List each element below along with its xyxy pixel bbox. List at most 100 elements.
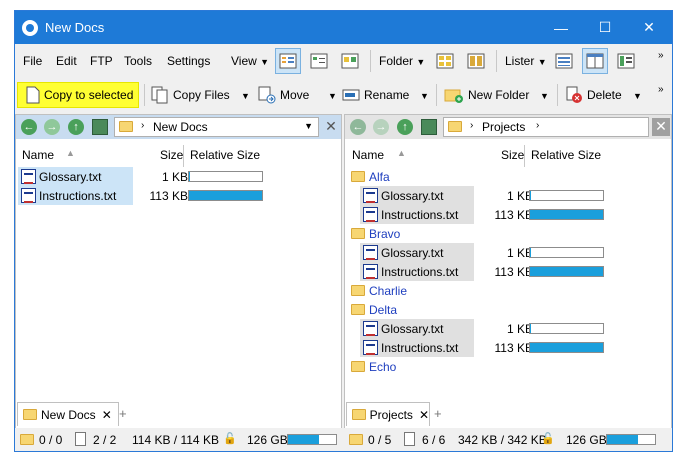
new-folder-label: New Folder (468, 88, 530, 102)
back-icon[interactable]: ← (21, 119, 37, 135)
left-path-input[interactable]: › New Docs ▼ (114, 117, 319, 137)
minimize-button[interactable]: — (539, 11, 583, 44)
file-name-cell[interactable]: Instructions.txt (18, 186, 133, 205)
file-row[interactable]: Glossary.txt 1 KB (345, 319, 671, 338)
folder-tree-button[interactable] (432, 48, 458, 74)
relative-size-bar (529, 247, 604, 258)
folder-name-cell[interactable]: Echo (351, 357, 396, 376)
file-name-cell[interactable]: Glossary.txt (360, 243, 474, 262)
file-row[interactable]: Instructions.txt 113 KB (345, 205, 671, 224)
folder-name-cell[interactable]: Delta (351, 300, 397, 319)
close-pane-icon[interactable]: ✕ (322, 118, 340, 136)
file-row[interactable]: Glossary.txt 1 KB (345, 243, 671, 262)
right-status-free: 126 GB (566, 433, 607, 447)
menu-folder[interactable]: Folder ▼ (379, 54, 425, 68)
maximize-button[interactable]: ☐ (583, 11, 627, 44)
file-name-cell[interactable]: Glossary.txt (18, 167, 133, 186)
chevron-down-icon: ▼ (260, 57, 270, 67)
file-name-cell[interactable]: Instructions.txt (360, 205, 474, 224)
file-row[interactable]: Instructions.txt 113 KB (345, 262, 671, 281)
action-separator (144, 84, 145, 106)
lister-dual-button[interactable] (582, 48, 608, 74)
menu-lister-label: Lister (505, 54, 535, 68)
folder-row[interactable]: Bravo (345, 224, 671, 243)
menu-lister[interactable]: Lister ▼ (505, 54, 547, 68)
file-row[interactable]: Instructions.txt 113 KB (16, 186, 341, 205)
overflow-chevron-icon[interactable]: » (658, 84, 664, 95)
text-file-icon (363, 207, 378, 222)
view-list-button[interactable] (306, 48, 332, 74)
menu-tools[interactable]: Tools (124, 54, 152, 68)
file-name-cell[interactable]: Glossary.txt (360, 186, 474, 205)
right-status-files: 6 / 6 (422, 433, 446, 447)
file-size-label: 1 KB (161, 170, 188, 184)
close-pane-icon[interactable]: ✕ (652, 118, 670, 136)
folder-icon (20, 434, 34, 445)
folder-tabs-button[interactable] (463, 48, 489, 74)
chevron-down-icon[interactable]: ▼ (304, 121, 313, 131)
folder-name-cell[interactable]: Charlie (351, 281, 407, 300)
file-size-label: 113 KB (494, 265, 533, 279)
menu-bar: File Edit FTP Tools Settings View ▼ Fold… (15, 44, 672, 78)
forward-icon[interactable]: → (44, 119, 60, 135)
menu-ftp[interactable]: FTP (90, 54, 113, 68)
relative-size-bar (529, 190, 604, 201)
folder-row[interactable]: Delta (345, 300, 671, 319)
new-folder-button[interactable]: New Folder ▼ (444, 82, 550, 108)
tab-new-docs[interactable]: New Docs ✕ (17, 402, 119, 426)
new-tab-icon[interactable]: + (119, 406, 127, 421)
rename-button[interactable]: Rename ▼ (342, 82, 432, 108)
overflow-chevron-icon[interactable]: » (658, 50, 664, 61)
menu-file[interactable]: File (23, 54, 42, 68)
folder-row[interactable]: Alfa (345, 167, 671, 186)
right-free-space-fill (607, 435, 639, 444)
folder-name-cell[interactable]: Bravo (351, 224, 400, 243)
up-icon[interactable]: ↑ (68, 119, 84, 135)
favorites-icon[interactable] (92, 119, 108, 135)
close-window-button[interactable]: ✕ (627, 11, 671, 44)
lock-icon: 🔓 (541, 433, 555, 445)
folder-row[interactable]: Echo (345, 357, 671, 376)
relative-size-bar (529, 266, 604, 277)
view-thumbnails-button[interactable] (337, 48, 363, 74)
left-status-bytes: 114 KB / 114 KB (132, 433, 219, 447)
copy-files-button[interactable]: Copy Files ▼ (151, 82, 251, 108)
lister-tree-button[interactable] (613, 48, 639, 74)
menu-edit[interactable]: Edit (56, 54, 77, 68)
file-row[interactable]: Glossary.txt 1 KB (16, 167, 341, 186)
chevron-down-icon: ▼ (328, 91, 337, 101)
folder-icon (351, 361, 365, 372)
file-row[interactable]: Glossary.txt 1 KB (345, 186, 671, 205)
move-label: Move (280, 88, 310, 102)
forward-icon[interactable]: → (373, 119, 389, 135)
view-details-button[interactable] (275, 48, 301, 74)
back-icon[interactable]: ← (350, 119, 366, 135)
menu-view-label: View (231, 54, 257, 68)
up-icon[interactable]: ↑ (397, 119, 413, 135)
folder-name-cell[interactable]: Alfa (351, 167, 390, 186)
close-tab-icon[interactable]: ✕ (102, 408, 112, 422)
file-name-cell[interactable]: Instructions.txt (360, 338, 474, 357)
folder-icon (119, 121, 133, 132)
menu-view[interactable]: View ▼ (231, 54, 269, 68)
tab-projects[interactable]: Projects ✕ (346, 402, 430, 426)
folder-row[interactable]: Charlie (345, 281, 671, 300)
delete-button[interactable]: Delete ▼ (565, 82, 643, 108)
delete-label: Delete (587, 88, 622, 102)
copy-to-selected-button[interactable]: Copy to selected (17, 82, 139, 108)
lister-single-button[interactable] (551, 48, 577, 74)
file-row[interactable]: Instructions.txt 113 KB (345, 338, 671, 357)
file-name-cell[interactable]: Instructions.txt (360, 262, 474, 281)
action-separator (557, 84, 558, 106)
menu-settings[interactable]: Settings (167, 54, 210, 68)
folder-grid-icon (436, 53, 454, 69)
new-tab-icon[interactable]: + (434, 406, 442, 421)
title-bar[interactable]: New Docs — ☐ ✕ (15, 11, 672, 44)
close-tab-icon[interactable]: ✕ (419, 408, 429, 422)
move-button[interactable]: Move ▼ (258, 82, 338, 108)
file-name-cell[interactable]: Glossary.txt (360, 319, 474, 338)
app-logo-icon (22, 20, 38, 36)
right-path-input[interactable]: › Projects › (443, 117, 649, 137)
text-file-icon (363, 321, 378, 336)
favorites-icon[interactable] (421, 119, 437, 135)
